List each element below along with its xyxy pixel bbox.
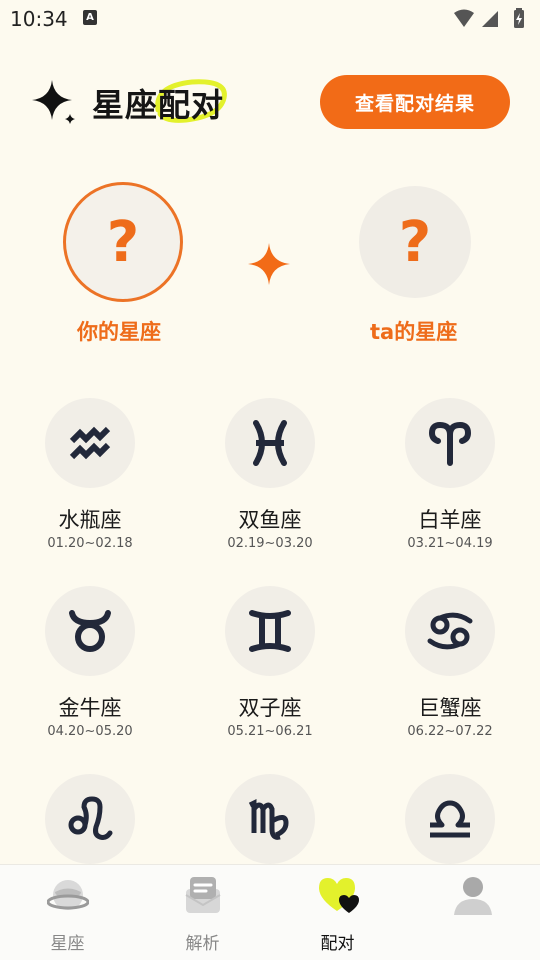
system-status-icons — [454, 8, 524, 28]
status-time: 10:34 — [10, 7, 68, 31]
sign-icon-circle — [405, 774, 495, 864]
sign-aries[interactable]: 白羊座 03.21~04.19 — [365, 398, 535, 558]
libra-icon — [430, 800, 470, 838]
sign-cancer[interactable]: 巨蟹座 06.22~07.22 — [365, 586, 535, 746]
notification-a-icon: A — [83, 10, 97, 25]
ta-sign-label: ta的星座 — [370, 320, 458, 344]
view-result-button[interactable]: 查看配对结果 — [320, 75, 510, 129]
sign-icon-circle — [405, 398, 495, 488]
status-bar: 10:34 A — [0, 0, 540, 38]
wifi-icon — [454, 9, 474, 27]
sign-gemini[interactable]: 双子座 05.21~06.21 — [185, 586, 355, 746]
nav-item-analysis[interactable]: 解析 — [135, 865, 270, 960]
pisces-icon — [253, 420, 287, 466]
aries-icon — [428, 421, 472, 466]
sign-dates: 02.19~03.20 — [227, 536, 313, 551]
sign-taurus[interactable]: 金牛座 04.20~05.20 — [5, 586, 175, 746]
sign-name: 水瓶座 — [58, 508, 122, 532]
sign-name: 巨蟹座 — [418, 696, 482, 720]
sparkle-logo-icon — [32, 80, 75, 124]
sign-aquarius[interactable]: 水瓶座 01.20~02.18 — [5, 398, 175, 558]
sign-icon-circle — [45, 398, 135, 488]
nav-item-match[interactable]: 配对 — [270, 865, 405, 960]
sign-name: 金牛座 — [58, 696, 122, 720]
signal-icon — [482, 11, 498, 27]
virgo-icon — [248, 798, 289, 840]
planet-icon — [47, 880, 89, 910]
sign-name: 白羊座 — [418, 508, 482, 532]
nav-label: 星座 — [50, 934, 85, 954]
gemini-icon — [249, 610, 291, 652]
sign-dates: 06.22~07.22 — [407, 724, 493, 739]
sign-name: 双子座 — [238, 696, 302, 720]
leo-icon — [68, 796, 113, 840]
aquarius-icon — [69, 426, 111, 460]
sign-icon-circle — [225, 398, 315, 488]
sign-name: 双鱼座 — [238, 508, 302, 532]
nav-item-profile[interactable] — [405, 865, 540, 960]
bottom-nav: 星座 解析 配对 — [0, 864, 540, 960]
question-mark-icon: ? — [106, 209, 140, 275]
nav-item-horoscope[interactable]: 星座 — [0, 865, 135, 960]
sign-dates: 04.20~05.20 — [47, 724, 133, 739]
nav-label: 配对 — [320, 934, 355, 954]
title-wrap: 星座配对 — [92, 72, 232, 132]
your-sign-slot[interactable]: ? — [63, 182, 183, 302]
sparkle-icon — [248, 243, 290, 285]
heart-match-icon — [319, 878, 359, 913]
your-sign-label: 你的星座 — [77, 320, 161, 344]
message-icon — [185, 877, 221, 913]
taurus-icon — [69, 610, 111, 652]
sign-icon-circle — [45, 586, 135, 676]
sign-dates: 01.20~02.18 — [47, 536, 133, 551]
sign-dates: 03.21~04.19 — [407, 536, 493, 551]
sign-icon-circle — [45, 774, 135, 864]
page-title: 星座配对 — [92, 86, 225, 124]
cancer-icon — [427, 612, 473, 650]
sign-dates: 05.21~06.21 — [227, 724, 313, 739]
sign-icon-circle — [225, 774, 315, 864]
sign-icon-circle — [405, 586, 495, 676]
sign-icon-circle — [225, 586, 315, 676]
question-mark-icon: ? — [398, 209, 432, 275]
sign-virgo[interactable] — [185, 774, 355, 864]
nav-label: 解析 — [185, 934, 220, 954]
sign-pisces[interactable]: 双鱼座 02.19~03.20 — [185, 398, 355, 558]
sign-libra[interactable] — [365, 774, 535, 864]
ta-sign-slot[interactable]: ? — [359, 186, 471, 298]
sign-leo[interactable] — [5, 774, 175, 864]
profile-icon — [454, 877, 492, 915]
